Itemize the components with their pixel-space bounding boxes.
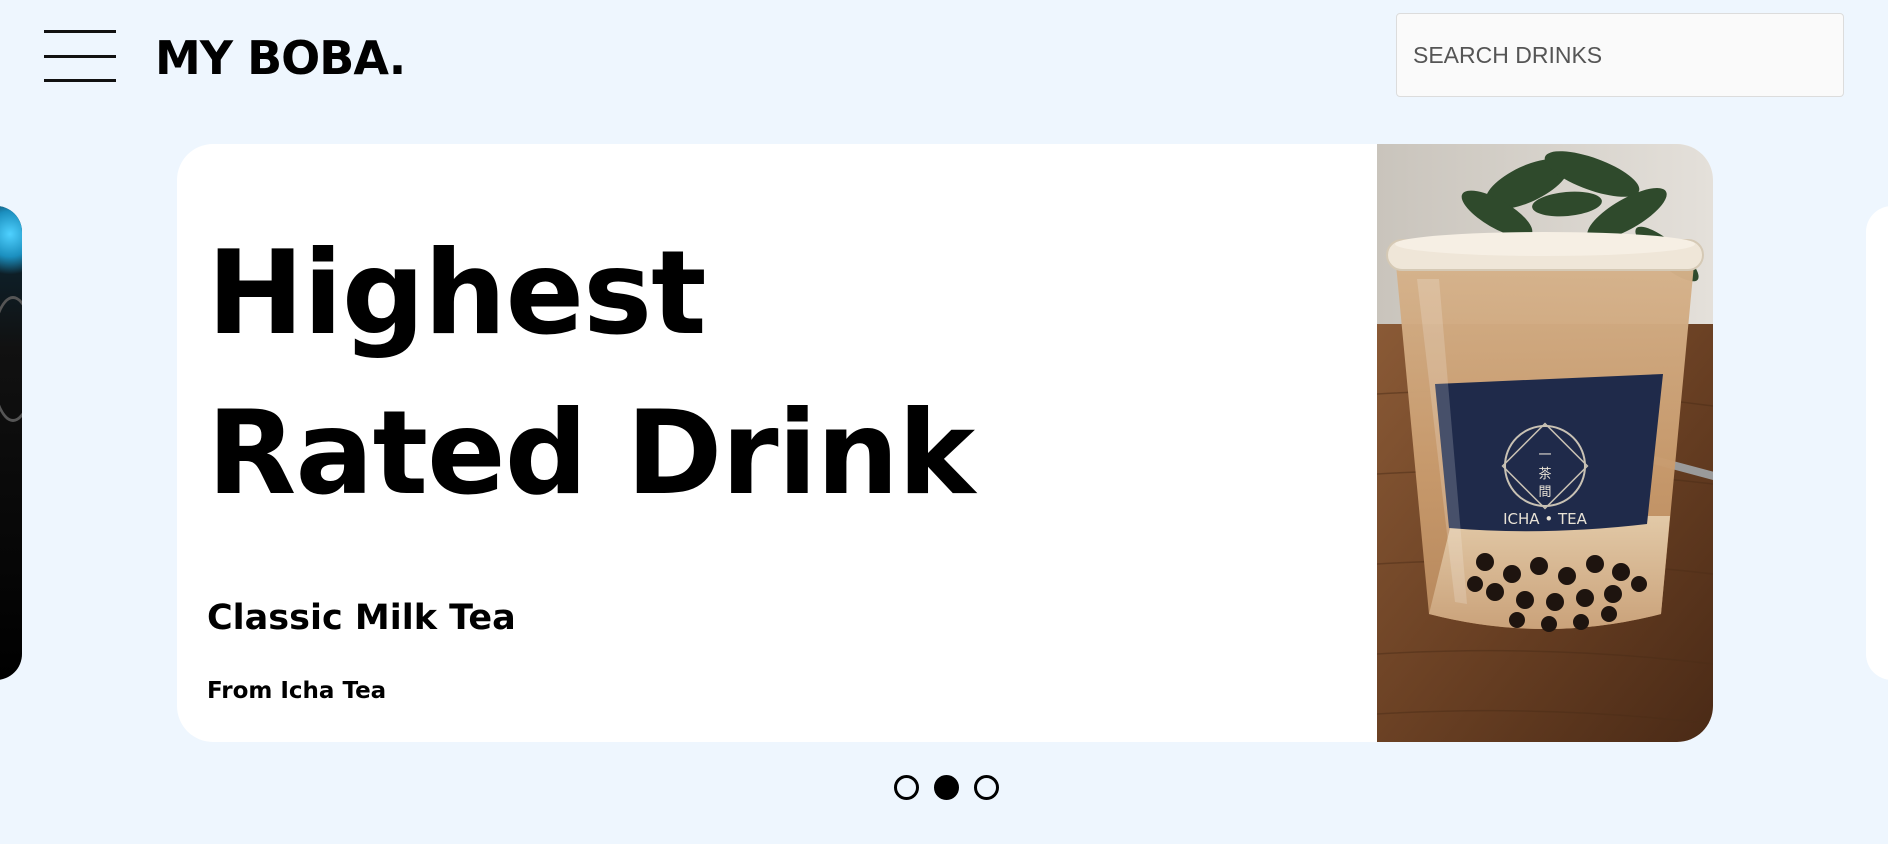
drink-name: Classic Milk Tea: [207, 598, 516, 638]
carousel-indicators: [894, 775, 999, 800]
card-heading: Highest Rated Drink: [207, 226, 975, 521]
svg-text:一: 一: [1538, 448, 1551, 463]
drink-photo: 一 茶 間 ICHA • TEA: [1377, 144, 1713, 742]
carousel-dot[interactable]: [974, 775, 999, 800]
svg-text:茶: 茶: [1538, 466, 1551, 482]
carousel-dot[interactable]: [894, 775, 919, 800]
svg-text:間: 間: [1538, 485, 1551, 500]
previous-slide-image: [0, 206, 22, 276]
next-slide-peek[interactable]: [1866, 206, 1888, 680]
menu-line: [44, 79, 116, 82]
featured-drink-card[interactable]: Highest Rated Drink Classic Milk Tea Fro…: [177, 144, 1713, 742]
search-input[interactable]: [1396, 13, 1844, 97]
svg-text:ICHA • TEA: ICHA • TEA: [1503, 510, 1587, 528]
previous-slide-peek[interactable]: [0, 206, 22, 680]
brand-logo[interactable]: MY BOBA.: [155, 30, 406, 86]
carousel-dot-active[interactable]: [934, 775, 959, 800]
hamburger-menu-icon[interactable]: [44, 30, 116, 82]
drink-source: From Icha Tea: [207, 678, 387, 704]
menu-line: [44, 55, 116, 58]
menu-line: [44, 30, 116, 33]
